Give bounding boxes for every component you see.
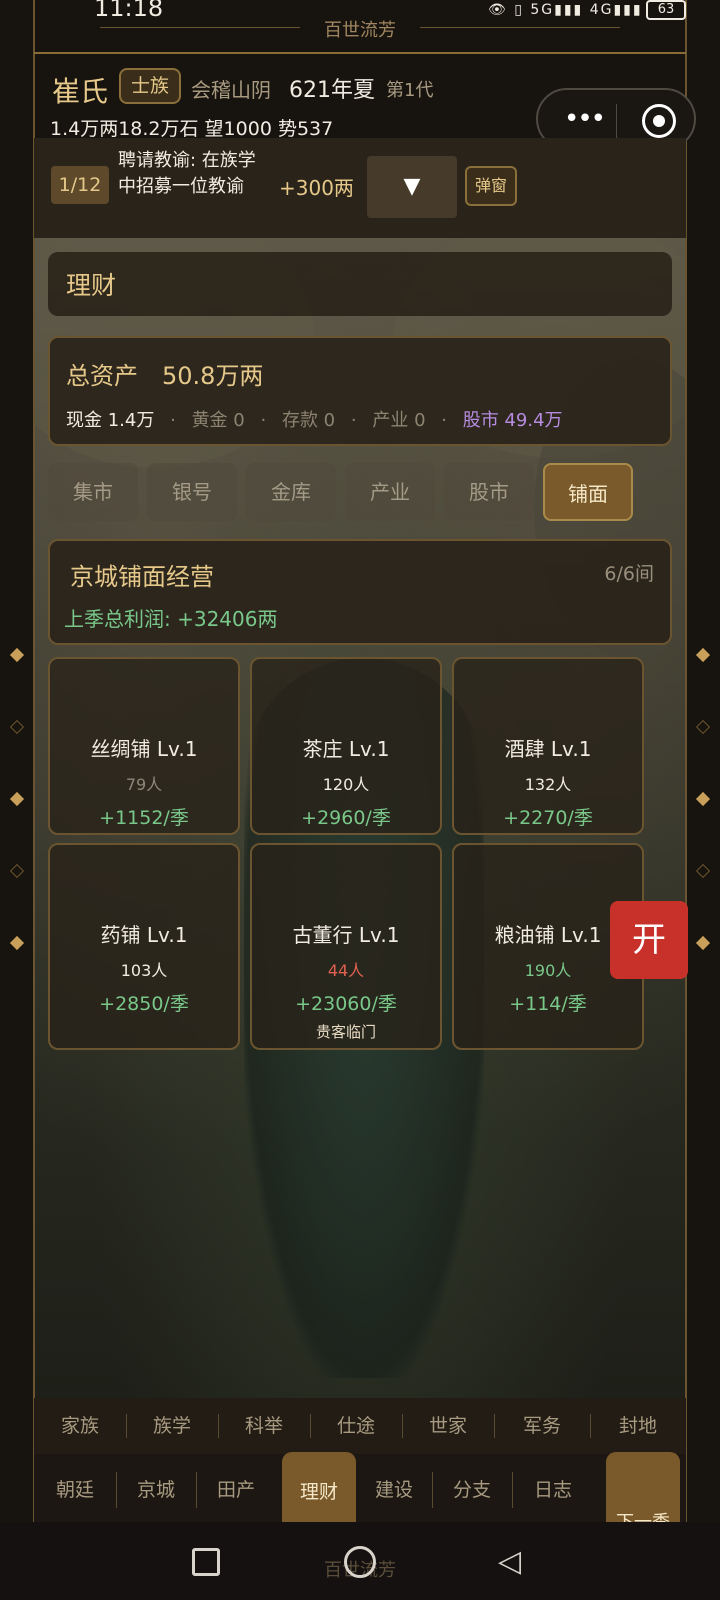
tab-stocks[interactable]: 股市 [444,463,534,521]
nav-court[interactable]: 朝廷 [34,1454,116,1526]
ornament-diamond-icon [9,647,25,663]
nav-secondary: 朝廷 京城 田产 理财 建设 分支 日志 [34,1452,686,1538]
ornament-diamond-icon [9,719,25,735]
system-nav-bar: 百世流芳 ◁ [0,1522,720,1600]
close-target-icon[interactable] [642,104,676,138]
nav-clan-school[interactable]: 族学 [126,1398,218,1454]
ornament-diamond-icon [9,791,25,807]
nav-log[interactable]: 日志 [512,1454,594,1526]
shop-income: +2960/季 [301,807,391,829]
tab-industry[interactable]: 产业 [345,463,435,521]
task-counter: 1/12 [51,166,109,204]
shops-summary: 京城铺面经营 6/6间 上季总利润: +32406两 [48,539,672,645]
separator: · [441,410,447,431]
shops-count: 6/6间 [604,563,654,585]
ornament-diamond-icon [9,935,25,951]
nav-farmland[interactable]: 田产 [196,1454,276,1526]
assets-card: 总资产 50.8万两 现金 1.4万 · 黄金 0 · 存款 0 · 产业 0 … [48,336,672,446]
separator: · [260,410,267,431]
nav-fief[interactable]: 封地 [590,1398,686,1454]
shop-visitors: 132人 [524,775,572,794]
task-description: 聘请教谕: 在族学中招募一位教谕 [118,150,256,197]
game-year: 621年夏 [289,78,375,103]
assets-breakdown: 现金 1.4万 · 黄金 0 · 存款 0 · 产业 0 · 股市 49.4万 [66,406,573,432]
property-value: 产业 0 [372,410,426,431]
section-title: 理财 [66,271,117,300]
nav-noble-families[interactable]: 世家 [402,1398,494,1454]
nav-military[interactable]: 军务 [494,1398,590,1454]
section-header: 理财 [48,252,672,316]
clan-name: 崔氏 [52,75,109,108]
nav-construction[interactable]: 建设 [356,1454,432,1526]
home-icon[interactable] [344,1546,376,1578]
clan-stats: 1.4万两18.2万石 望1000 势537 [50,118,334,140]
tab-market[interactable]: 集市 [48,463,138,521]
recent-apps-icon[interactable] [192,1548,220,1576]
shop-visitors: 120人 [322,775,370,794]
shop-card-antique[interactable]: 古董行 Lv.1 44人 +23060/季 贵客临门 [250,843,442,1050]
shop-name: 酒肆 Lv.1 [504,737,592,761]
task-reward: +300两 [279,176,354,200]
nav-primary: 家族 族学 科举 仕途 世家 军务 封地 [34,1398,686,1454]
app-title: 百世流芳 [0,16,720,42]
task-dropdown-button[interactable]: ▼ [367,156,457,218]
ornament-diamond-icon [695,863,711,879]
shop-income: +23060/季 [295,993,397,1015]
task-bar: 1/12 聘请教谕: 在族学中招募一位教谕 +300两 ▼ 弹窗 [34,138,686,238]
ornament-diamond-icon [695,935,711,951]
header-divider [34,52,686,54]
shop-name: 茶庄 Lv.1 [302,737,390,761]
stocks-value: 股市 49.4万 [462,410,563,431]
total-assets-value: 50.8万两 [162,362,264,390]
app-root: 11:18 👁 ▯ 5G▮▮▮ 4G▮▮▮ 63 百世流芳 崔氏 士族 会稽山阴… [0,0,720,1600]
shop-name: 药铺 Lv.1 [100,923,188,947]
cash-value: 现金 1.4万 [66,410,155,431]
shops-title: 京城铺面经营 [70,563,214,591]
tab-treasury[interactable]: 金库 [246,463,336,521]
shop-visitors: 103人 [120,961,168,980]
finance-tabs: 集市 银号 金库 产业 股市 铺面 [48,463,648,521]
tab-shops[interactable]: 铺面 [543,463,633,521]
shop-event-note: 贵客临门 [315,1023,376,1041]
tab-bank[interactable]: 银号 [147,463,237,521]
nav-family[interactable]: 家族 [34,1398,126,1454]
nav-career[interactable]: 仕途 [310,1398,402,1454]
shop-name: 丝绸铺 Lv.1 [90,737,198,761]
shop-income: +114/季 [509,993,587,1015]
shop-card-tavern[interactable]: 酒肆 Lv.1 132人 +2270/季 [452,657,644,835]
deposit-value: 存款 0 [281,410,336,431]
open-button[interactable]: 开 [610,901,688,979]
ornament-diamond-icon [695,791,711,807]
nav-exam[interactable]: 科举 [218,1398,310,1454]
shop-card-silk[interactable]: 丝绸铺 Lv.1 79人 +1152/季 [48,657,240,835]
total-assets-label: 总资产 [66,362,138,390]
nav-capital[interactable]: 京城 [116,1454,196,1526]
shop-visitors: 44人 [327,961,365,980]
gold-value: 黄金 0 [191,410,245,431]
last-season-profit: 上季总利润: +32406两 [64,607,278,631]
shop-income: +2850/季 [99,993,189,1015]
ornament-diamond-icon [695,719,711,735]
separator: · [170,410,176,431]
clan-place: 会稽山阴 [191,78,271,102]
shop-name: 古董行 Lv.1 [292,923,400,947]
ornament-diamond-icon [695,647,711,663]
more-icon[interactable]: ••• [564,104,606,134]
app-title-text: 百世流芳 [324,20,396,41]
back-icon[interactable]: ◁ [498,1544,521,1579]
ornament-diamond-icon [9,863,25,879]
separator: · [350,410,357,431]
shop-income: +2270/季 [503,807,593,829]
popup-button[interactable]: 弹窗 [465,166,517,206]
frame-left [33,0,35,1600]
nav-branches[interactable]: 分支 [432,1454,512,1526]
generation: 第1代 [386,80,434,101]
shop-card-tea[interactable]: 茶庄 Lv.1 120人 +2960/季 [250,657,442,835]
shop-card-pharmacy[interactable]: 药铺 Lv.1 103人 +2850/季 [48,843,240,1050]
rank-badge: 士族 [119,68,181,104]
shop-income: +1152/季 [99,807,189,829]
frame-right [685,0,687,1600]
shop-visitors: 79人 [125,775,163,794]
